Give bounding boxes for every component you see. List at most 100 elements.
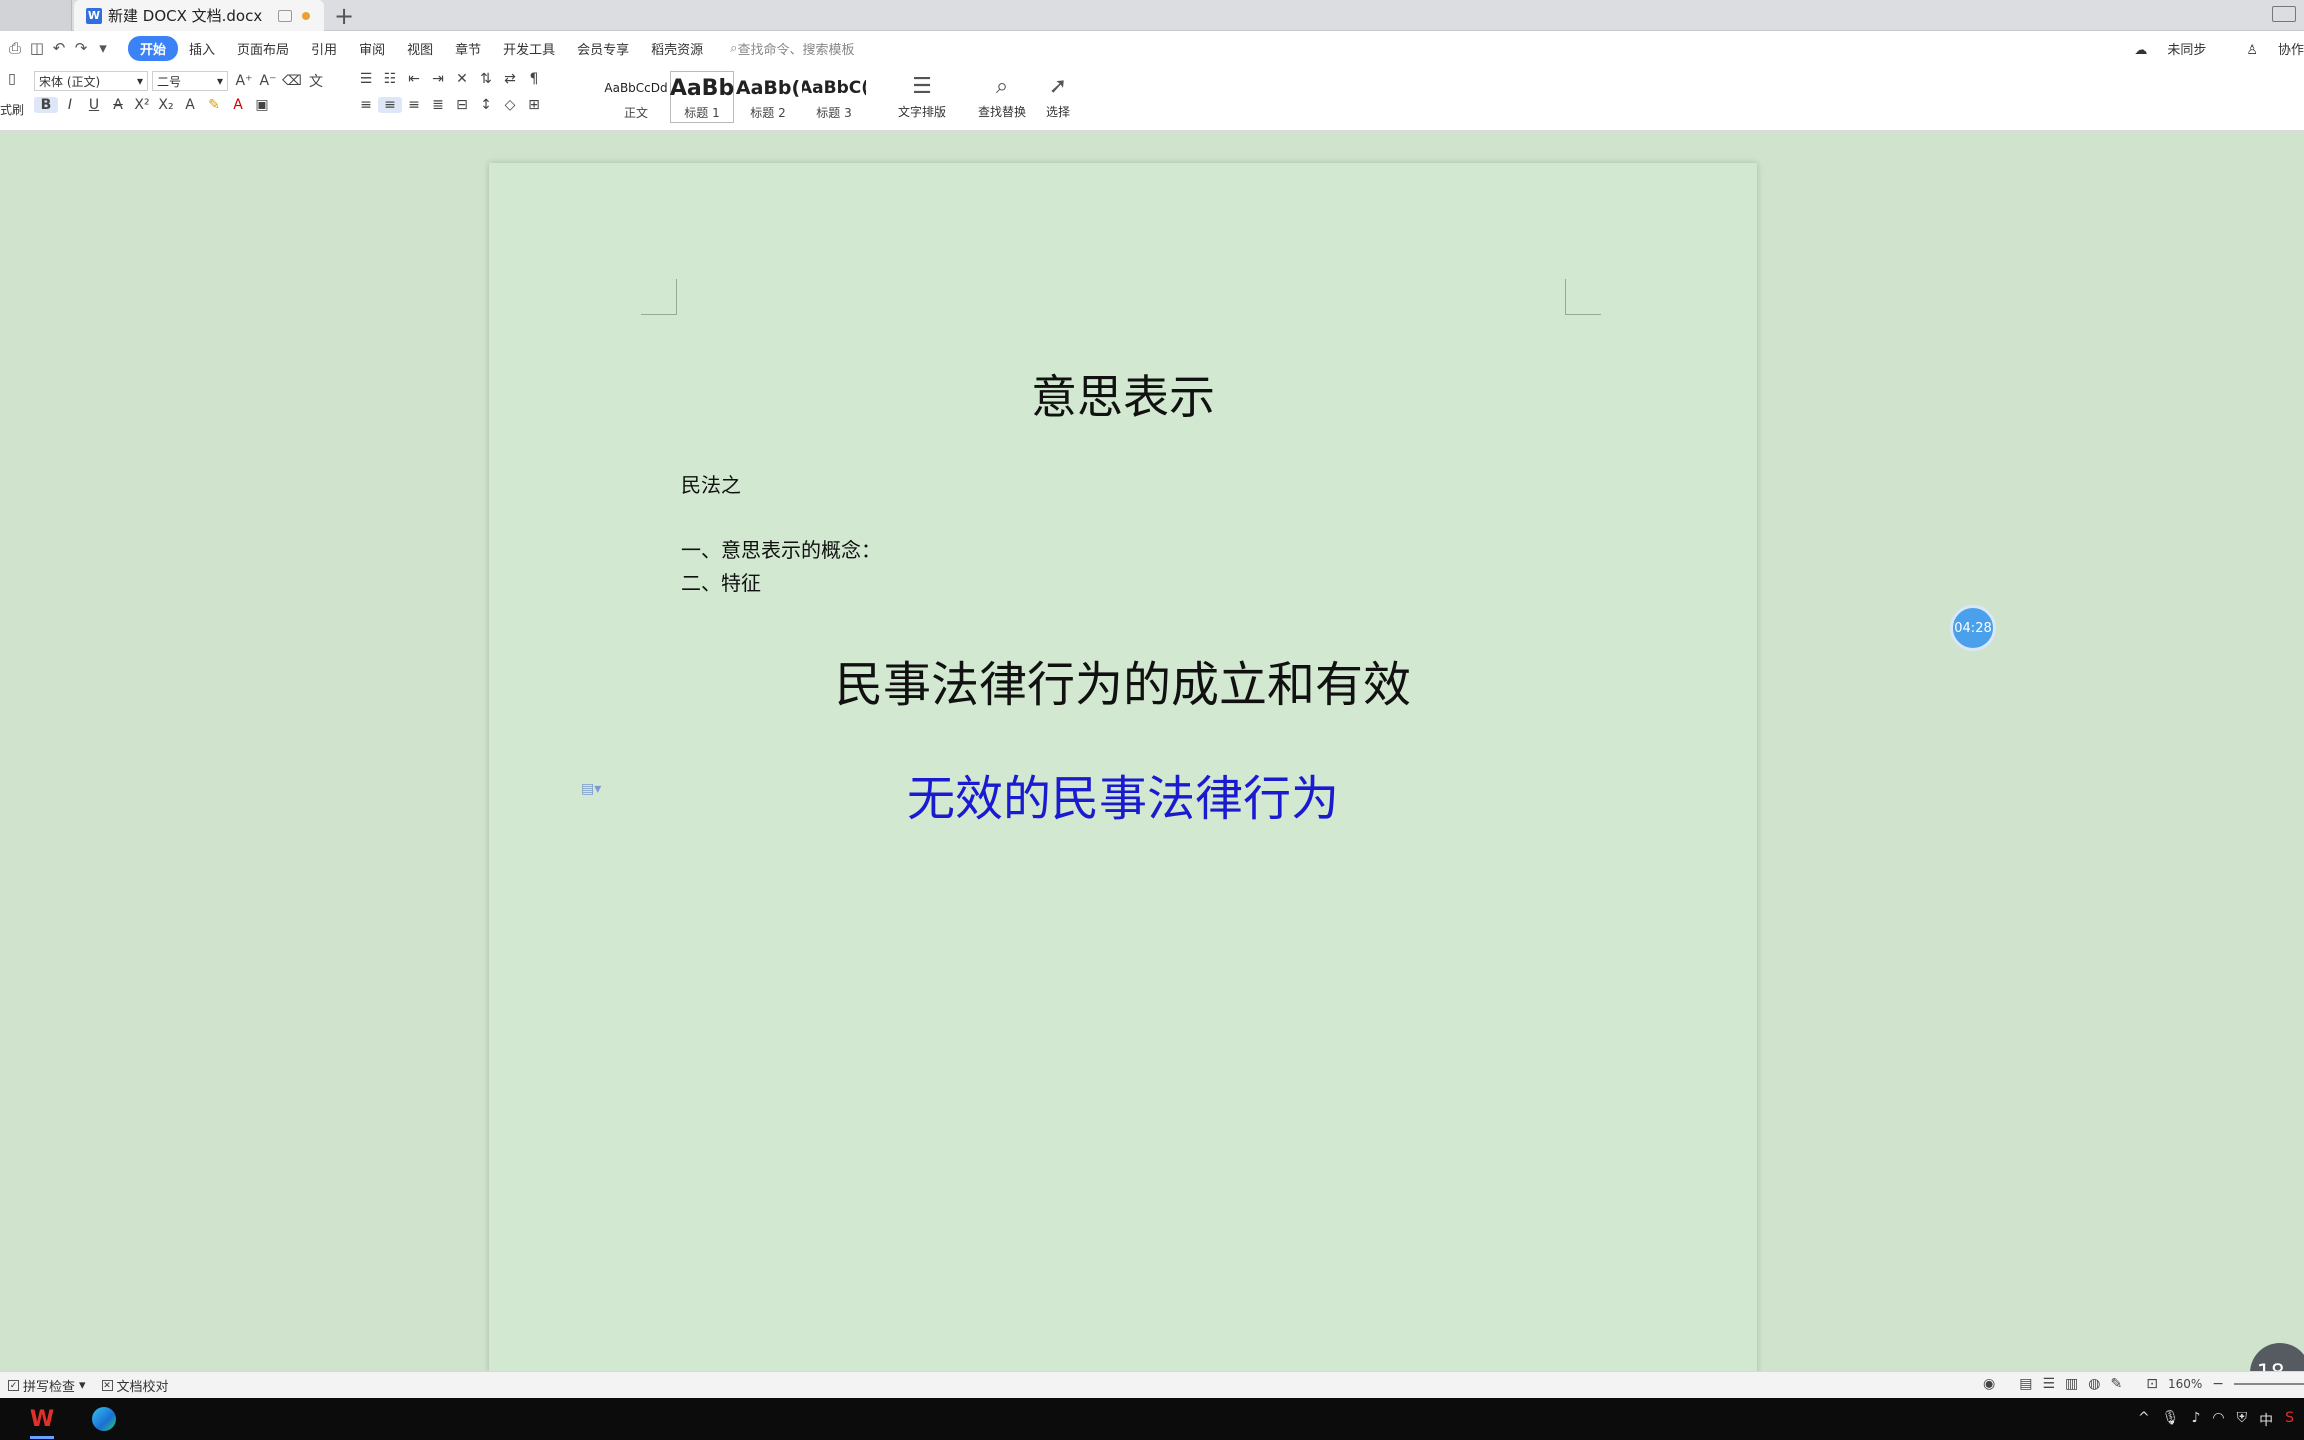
distribute-icon[interactable]: ⊟: [450, 97, 474, 113]
command-search[interactable]: ⌕ 查找命令、搜索模板: [730, 39, 854, 58]
document-page[interactable]: 意思表示 民法之 一、意思表示的概念： 二、特征 民事法律行为的成立和有效 ▤▾…: [489, 163, 1757, 1383]
app-tray-icon[interactable]: S: [2285, 1410, 2294, 1430]
window-layout-icon[interactable]: [2272, 6, 2296, 22]
customize-toolbar-icon[interactable]: ▾: [92, 39, 114, 57]
style-heading-1[interactable]: AaBb 标题 1: [670, 71, 734, 123]
increase-indent-icon[interactable]: ⇥: [426, 71, 450, 87]
align-left-icon[interactable]: ≡: [354, 97, 378, 113]
chinese-layout-icon[interactable]: ✕: [450, 71, 474, 87]
recording-timer[interactable]: 04:28: [1950, 605, 1996, 651]
char-border-icon[interactable]: ▣: [250, 97, 274, 113]
tray-overflow-icon[interactable]: ^: [2138, 1410, 2150, 1430]
ime-indicator[interactable]: 中: [2259, 1410, 2273, 1430]
menu-docer[interactable]: 稻壳资源: [640, 39, 714, 58]
format-painter-label[interactable]: 式刷: [0, 101, 24, 118]
ribbon-font-row2: B I U A X² X₂ A ✎ A ▣: [34, 97, 274, 113]
select-button[interactable]: ➚ 选择: [1046, 71, 1070, 120]
grow-font-icon[interactable]: A⁺: [232, 73, 256, 89]
bullet-list-icon[interactable]: ☰: [354, 71, 378, 87]
show-marks-icon[interactable]: ¶: [522, 71, 546, 87]
find-replace-button[interactable]: ⌕ 查找替换: [978, 71, 1026, 120]
network-icon[interactable]: ◠: [2212, 1410, 2224, 1430]
paste-icon[interactable]: ▯: [0, 71, 24, 87]
tab-window-icon[interactable]: [278, 9, 292, 22]
text-layout-button[interactable]: ☰ 文字排版: [898, 71, 946, 120]
align-center-icon[interactable]: ≡: [378, 97, 402, 113]
ribbon-clipboard: ▯: [0, 71, 24, 87]
tab-document[interactable]: W 新建 DOCX 文档.docx: [74, 0, 324, 31]
web-view-icon[interactable]: ◍: [2088, 1376, 2100, 1392]
outline-view-icon[interactable]: ☰: [2042, 1376, 2055, 1392]
subscript-icon[interactable]: X₂: [154, 97, 178, 113]
font-color-icon[interactable]: A: [226, 97, 250, 113]
doc-title[interactable]: 意思表示: [489, 361, 1757, 427]
shield-icon[interactable]: ⛨: [2237, 1410, 2248, 1430]
print-icon[interactable]: ⎙: [4, 39, 26, 57]
print-preview-icon[interactable]: ◫: [26, 39, 48, 57]
style-normal[interactable]: AaBbCcDd 正文: [604, 71, 668, 123]
line-spacing-icon[interactable]: ↕: [474, 97, 498, 113]
menu-view[interactable]: 视图: [396, 39, 444, 58]
strikethrough-icon[interactable]: A: [106, 97, 130, 113]
write-view-icon[interactable]: ✎: [2110, 1376, 2122, 1392]
doc-heading-invalid[interactable]: 无效的民事法律行为: [489, 759, 1757, 829]
edge-logo: [92, 1407, 116, 1431]
mic-icon[interactable]: 🎙: [2162, 1410, 2180, 1430]
volume-icon[interactable]: ♪: [2191, 1410, 2200, 1430]
tab-previous[interactable]: [0, 0, 72, 31]
menu-developer[interactable]: 开发工具: [492, 39, 566, 58]
redo-icon[interactable]: ↷: [70, 39, 92, 57]
menu-insert[interactable]: 插入: [178, 39, 226, 58]
font-name-select[interactable]: 宋体 (正文) ▾: [34, 71, 148, 91]
status-right: ◉ ▤ ☰ ▥ ◍ ✎ ⊡ 160% −: [1973, 1376, 2304, 1392]
style-heading-3[interactable]: AaBbC( 标题 3: [802, 71, 866, 123]
bold-icon[interactable]: B: [34, 97, 58, 113]
underline-icon[interactable]: U: [82, 97, 106, 113]
justify-icon[interactable]: ≣: [426, 97, 450, 113]
menu-section[interactable]: 章节: [444, 39, 492, 58]
shrink-font-icon[interactable]: A⁻: [256, 73, 280, 89]
doc-subtitle[interactable]: 民法之: [681, 469, 741, 498]
doc-heading-formation[interactable]: 民事法律行为的成立和有效: [489, 645, 1757, 715]
zoom-out-icon[interactable]: −: [2212, 1376, 2224, 1392]
new-tab-button[interactable]: +: [334, 2, 354, 30]
fit-page-icon[interactable]: ⊡: [2146, 1376, 2158, 1392]
menu-home[interactable]: 开始: [128, 35, 179, 61]
style-heading-2[interactable]: AaBb( 标题 2: [736, 71, 800, 123]
clear-format-icon[interactable]: ⌫: [280, 73, 304, 89]
undo-icon[interactable]: ↶: [48, 39, 70, 57]
zoom-level[interactable]: 160%: [2168, 1377, 2202, 1391]
status-bar: ✓ 拼写检查 ▾ ✕ 文档校对 ◉ ▤ ☰ ▥ ◍ ✎ ⊡ 160% −: [0, 1371, 2304, 1398]
zoom-slider[interactable]: [2234, 1383, 2304, 1385]
menu-references[interactable]: 引用: [300, 39, 348, 58]
decrease-indent-icon[interactable]: ⇤: [402, 71, 426, 87]
read-view-icon[interactable]: ▥: [2065, 1376, 2078, 1392]
highlight-icon[interactable]: ✎: [202, 97, 226, 113]
numbered-list-icon[interactable]: ☷: [378, 71, 402, 87]
doc-proof-button[interactable]: ✕ 文档校对: [101, 1376, 169, 1395]
menu-review[interactable]: 审阅: [348, 39, 396, 58]
superscript-icon[interactable]: X²: [130, 97, 154, 113]
text-direction-icon[interactable]: ⇄: [498, 71, 522, 87]
collab-button[interactable]: ♙ 协作: [2226, 39, 2304, 58]
italic-icon[interactable]: I: [58, 97, 82, 113]
sort-icon[interactable]: ⇅: [474, 71, 498, 87]
edge-taskbar-icon[interactable]: [84, 1399, 124, 1439]
text-effect-icon[interactable]: A: [178, 97, 202, 113]
eye-protect-icon[interactable]: ◉: [1983, 1376, 1995, 1392]
wps-taskbar-icon[interactable]: W: [22, 1399, 62, 1439]
page-view-icon[interactable]: ▤: [2019, 1376, 2032, 1392]
spell-check-toggle[interactable]: ✓ 拼写检查 ▾: [8, 1376, 86, 1395]
doc-line-feature[interactable]: 二、特征: [681, 567, 761, 596]
borders-icon[interactable]: ⊞: [522, 97, 546, 113]
shading-icon[interactable]: ◇: [498, 97, 522, 113]
menu-member[interactable]: 会员专享: [566, 39, 640, 58]
document-workspace[interactable]: 意思表示 民法之 一、意思表示的概念： 二、特征 民事法律行为的成立和有效 ▤ ▾…: [0, 131, 2304, 1403]
align-right-icon[interactable]: ≡: [402, 97, 426, 113]
menu-page-layout[interactable]: 页面布局: [226, 39, 300, 58]
sync-button[interactable]: ☁ 未同步: [2114, 39, 2206, 58]
phonetic-guide-icon[interactable]: 文: [304, 71, 328, 91]
doc-line-concept[interactable]: 一、意思表示的概念：: [681, 534, 881, 563]
font-size-select[interactable]: 二号 ▾: [152, 71, 228, 91]
search-placeholder: 查找命令、搜索模板: [737, 42, 855, 58]
